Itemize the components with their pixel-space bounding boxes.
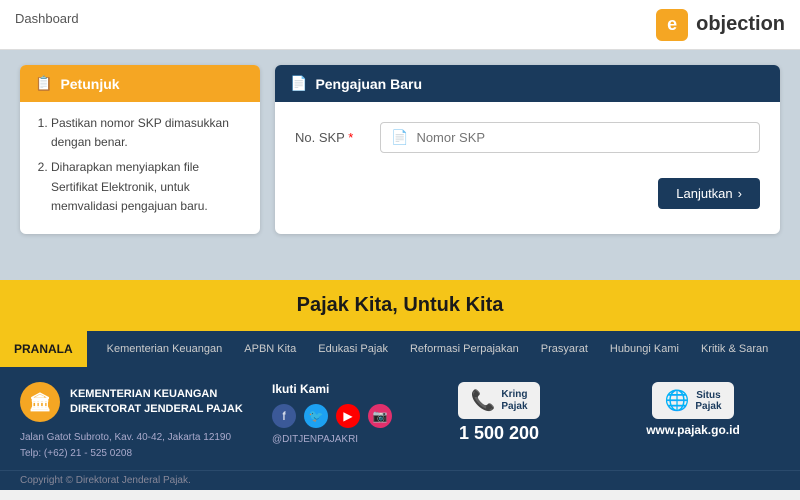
footer-website: 🌐 Situs Pajak www.pajak.go.id xyxy=(606,382,780,437)
header: Dashboard e objection xyxy=(0,0,800,50)
instagram-icon[interactable]: 📷 xyxy=(368,404,392,428)
situs-box: 🌐 Situs Pajak xyxy=(652,382,733,419)
phone-number: 1 500 200 xyxy=(459,423,539,444)
pengajuan-body: No. SKP * 📄 Lanjutkan › xyxy=(275,102,780,229)
book-icon: 📋 xyxy=(35,75,52,92)
arrow-icon: › xyxy=(738,186,742,201)
logo: e objection xyxy=(656,9,785,41)
logo-icon: e xyxy=(656,9,688,41)
globe-icon: 🌐 xyxy=(664,388,689,413)
cards-row: 📋 Petunjuk Pastikan nomor SKP dimasukkan… xyxy=(20,65,780,234)
petunjuk-header: 📋 Petunjuk xyxy=(20,65,260,102)
list-item: Pastikan nomor SKP dimasukkan dengan ben… xyxy=(51,114,245,152)
skp-input[interactable] xyxy=(416,130,749,145)
footer-logo-section: 🏛 KEMENTERIAN KEUANGAN DIREKTORAT JENDER… xyxy=(20,382,252,462)
phone-icon: 📞 xyxy=(470,388,495,413)
petunjuk-card: 📋 Petunjuk Pastikan nomor SKP dimasukkan… xyxy=(20,65,260,234)
nav-links: Kementerian Keuangan APBN Kita Edukasi P… xyxy=(87,343,789,355)
petunjuk-list: Pastikan nomor SKP dimasukkan dengan ben… xyxy=(35,114,245,216)
skp-label: No. SKP * xyxy=(295,130,365,145)
footer-social-title: Ikuti Kami xyxy=(272,382,392,396)
nav-link-edukasi[interactable]: Edukasi Pajak xyxy=(308,343,398,355)
petunjuk-title: Petunjuk xyxy=(60,76,119,92)
situs-text: Situs Pajak xyxy=(695,390,721,412)
footer-address: Jalan Gatot Subroto, Kav. 40-42, Jakarta… xyxy=(20,430,252,462)
facebook-icon[interactable]: f xyxy=(272,404,296,428)
footer-social: Ikuti Kami f 🐦 ▶ 📷 @DITJENPAJAKRI xyxy=(272,382,392,445)
footer-handle: @DITJENPAJAKRI xyxy=(272,434,392,445)
list-item: Diharapkan menyiapkan file Sertifikat El… xyxy=(51,158,245,216)
skp-form-row: No. SKP * 📄 xyxy=(295,122,760,153)
footer-emblem: 🏛 xyxy=(20,382,60,422)
pengajuan-header: 📄 Pengajuan Baru xyxy=(275,65,780,102)
twitter-icon[interactable]: 🐦 xyxy=(304,404,328,428)
required-mark: * xyxy=(348,130,353,145)
footer-url[interactable]: www.pajak.go.id xyxy=(646,423,740,437)
pengajuan-card: 📄 Pengajuan Baru No. SKP * 📄 Lanj xyxy=(275,65,780,234)
nav-link-hubungi[interactable]: Hubungi Kami xyxy=(600,343,689,355)
nav-bar: PRANALA Kementerian Keuangan APBN Kita E… xyxy=(0,331,800,367)
footer-org-name: KEMENTERIAN KEUANGAN DIREKTORAT JENDERAL… xyxy=(70,387,243,418)
skp-input-wrapper[interactable]: 📄 xyxy=(380,122,760,153)
copyright: Copyright © Direktorat Jenderal Pajak. xyxy=(0,470,800,490)
file-icon: 📄 xyxy=(290,75,307,92)
yellow-banner: Pajak Kita, Untuk Kita xyxy=(0,280,800,331)
logo-text: objection xyxy=(696,13,785,36)
nav-link-kritik[interactable]: Kritik & Saran xyxy=(691,343,778,355)
breadcrumb: Dashboard xyxy=(15,11,79,26)
nav-link-reformasi[interactable]: Reformasi Perpajakan xyxy=(400,343,529,355)
footer: 🏛 KEMENTERIAN KEUANGAN DIREKTORAT JENDER… xyxy=(0,367,800,470)
pengajuan-title: Pengajuan Baru xyxy=(315,76,422,92)
kring-text: Kring Pajak xyxy=(501,389,527,413)
footer-phone: 📞 Kring Pajak 1 500 200 xyxy=(412,382,586,444)
lanjutkan-button[interactable]: Lanjutkan › xyxy=(658,178,760,209)
nav-pranala: PRANALA xyxy=(0,331,87,367)
nav-link-apbn[interactable]: APBN Kita xyxy=(234,343,306,355)
main-content: 📋 Petunjuk Pastikan nomor SKP dimasukkan… xyxy=(0,50,800,280)
nav-link-keuangan[interactable]: Kementerian Keuangan xyxy=(97,343,233,355)
document-icon: 📄 xyxy=(391,129,408,146)
banner-text: Pajak Kita, Untuk Kita xyxy=(297,294,504,316)
social-icons: f 🐦 ▶ 📷 xyxy=(272,404,392,428)
youtube-icon[interactable]: ▶ xyxy=(336,404,360,428)
kring-box: 📞 Kring Pajak xyxy=(458,382,539,419)
nav-link-prasyarat[interactable]: Prasyarat xyxy=(531,343,598,355)
petunjuk-body: Pastikan nomor SKP dimasukkan dengan ben… xyxy=(20,102,260,234)
footer-logo-row: 🏛 KEMENTERIAN KEUANGAN DIREKTORAT JENDER… xyxy=(20,382,252,422)
